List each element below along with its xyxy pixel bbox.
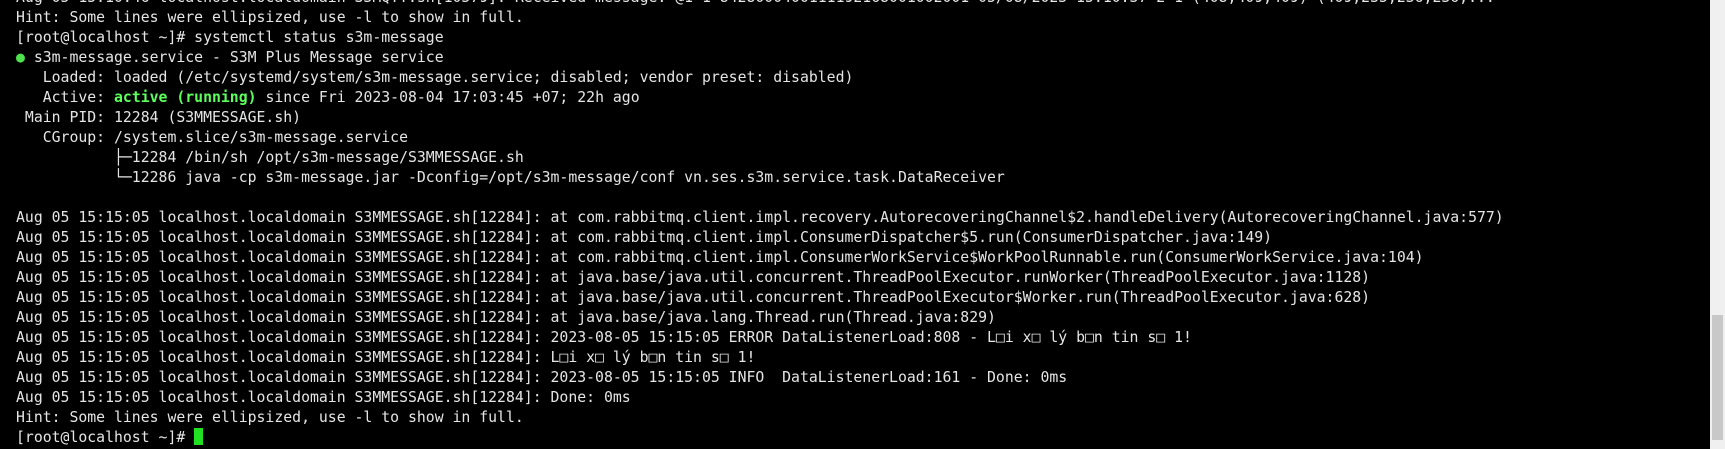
terminal-line: Aug 05 15:15:05 localhost.localdomain S3… [16,249,1424,266]
shell-prompt: [root@localhost ~]# [16,429,195,446]
terminal-line: [root@localhost ~]# systemctl status s3m… [16,29,444,46]
vertical-scrollbar[interactable] [1710,0,1725,449]
terminal-line: Aug 05 15:15:05 localhost.localdomain S3… [16,289,1371,306]
terminal-line: Hint: Some lines were ellipsized, use -l… [16,409,524,426]
active-since: since Fri 2023-08-04 17:03:45 +07; 22h a… [256,89,640,106]
terminal-line: └─12286 java -cp s3m-message.jar -Dconfi… [16,169,1005,186]
terminal-line: Aug 05 15:15:05 localhost.localdomain S3… [16,389,631,406]
status-dot-icon: ● [16,49,25,66]
cursor-block [194,428,204,445]
active-status-line: Active: active (running) since Fri 2023-… [16,88,1504,108]
terminal-line: Aug 05 15:15:05 localhost.localdomain S3… [16,369,1068,386]
terminal-line: Aug 05 15:15:05 localhost.localdomain S3… [16,229,1273,246]
terminal-line: Aug 05 15:10:46 localhost.localdomain S3… [16,0,1504,8]
terminal-line: Aug 05 15:15:05 localhost.localdomain S3… [16,309,996,326]
terminal-output: Aug 05 15:10:46 localhost.localdomain S3… [16,0,1504,448]
terminal-line: Aug 05 15:15:05 localhost.localdomain S3… [16,269,1371,286]
terminal-line: Aug 05 15:15:05 localhost.localdomain S3… [16,209,1504,226]
terminal-line: ├─12284 /bin/sh /opt/s3m-message/S3MMESS… [16,149,524,166]
terminal-line: Aug 05 15:15:05 localhost.localdomain S3… [16,349,756,366]
service-status-line: ● s3m-message.service - S3M Plus Message… [16,48,1504,68]
scrollbar-thumb[interactable] [1712,315,1723,440]
prompt-line[interactable]: [root@localhost ~]# [16,428,1504,448]
terminal-line: Main PID: 12284 (S3MMESSAGE.sh) [16,109,302,126]
terminal-line: Loaded: loaded (/etc/systemd/system/s3m-… [16,69,854,86]
active-label: Active: [16,89,114,106]
service-name: s3m-message.service - S3M Plus Message s… [24,49,444,66]
active-status: active (running) [114,89,257,106]
terminal-line: Hint: Some lines were ellipsized, use -l… [16,9,524,26]
terminal-line: CGroup: /system.slice/s3m-message.servic… [16,129,408,146]
terminal-line: Aug 05 15:15:05 localhost.localdomain S3… [16,329,1192,346]
terminal-window[interactable]: Aug 05 15:10:46 localhost.localdomain S3… [0,0,1710,449]
